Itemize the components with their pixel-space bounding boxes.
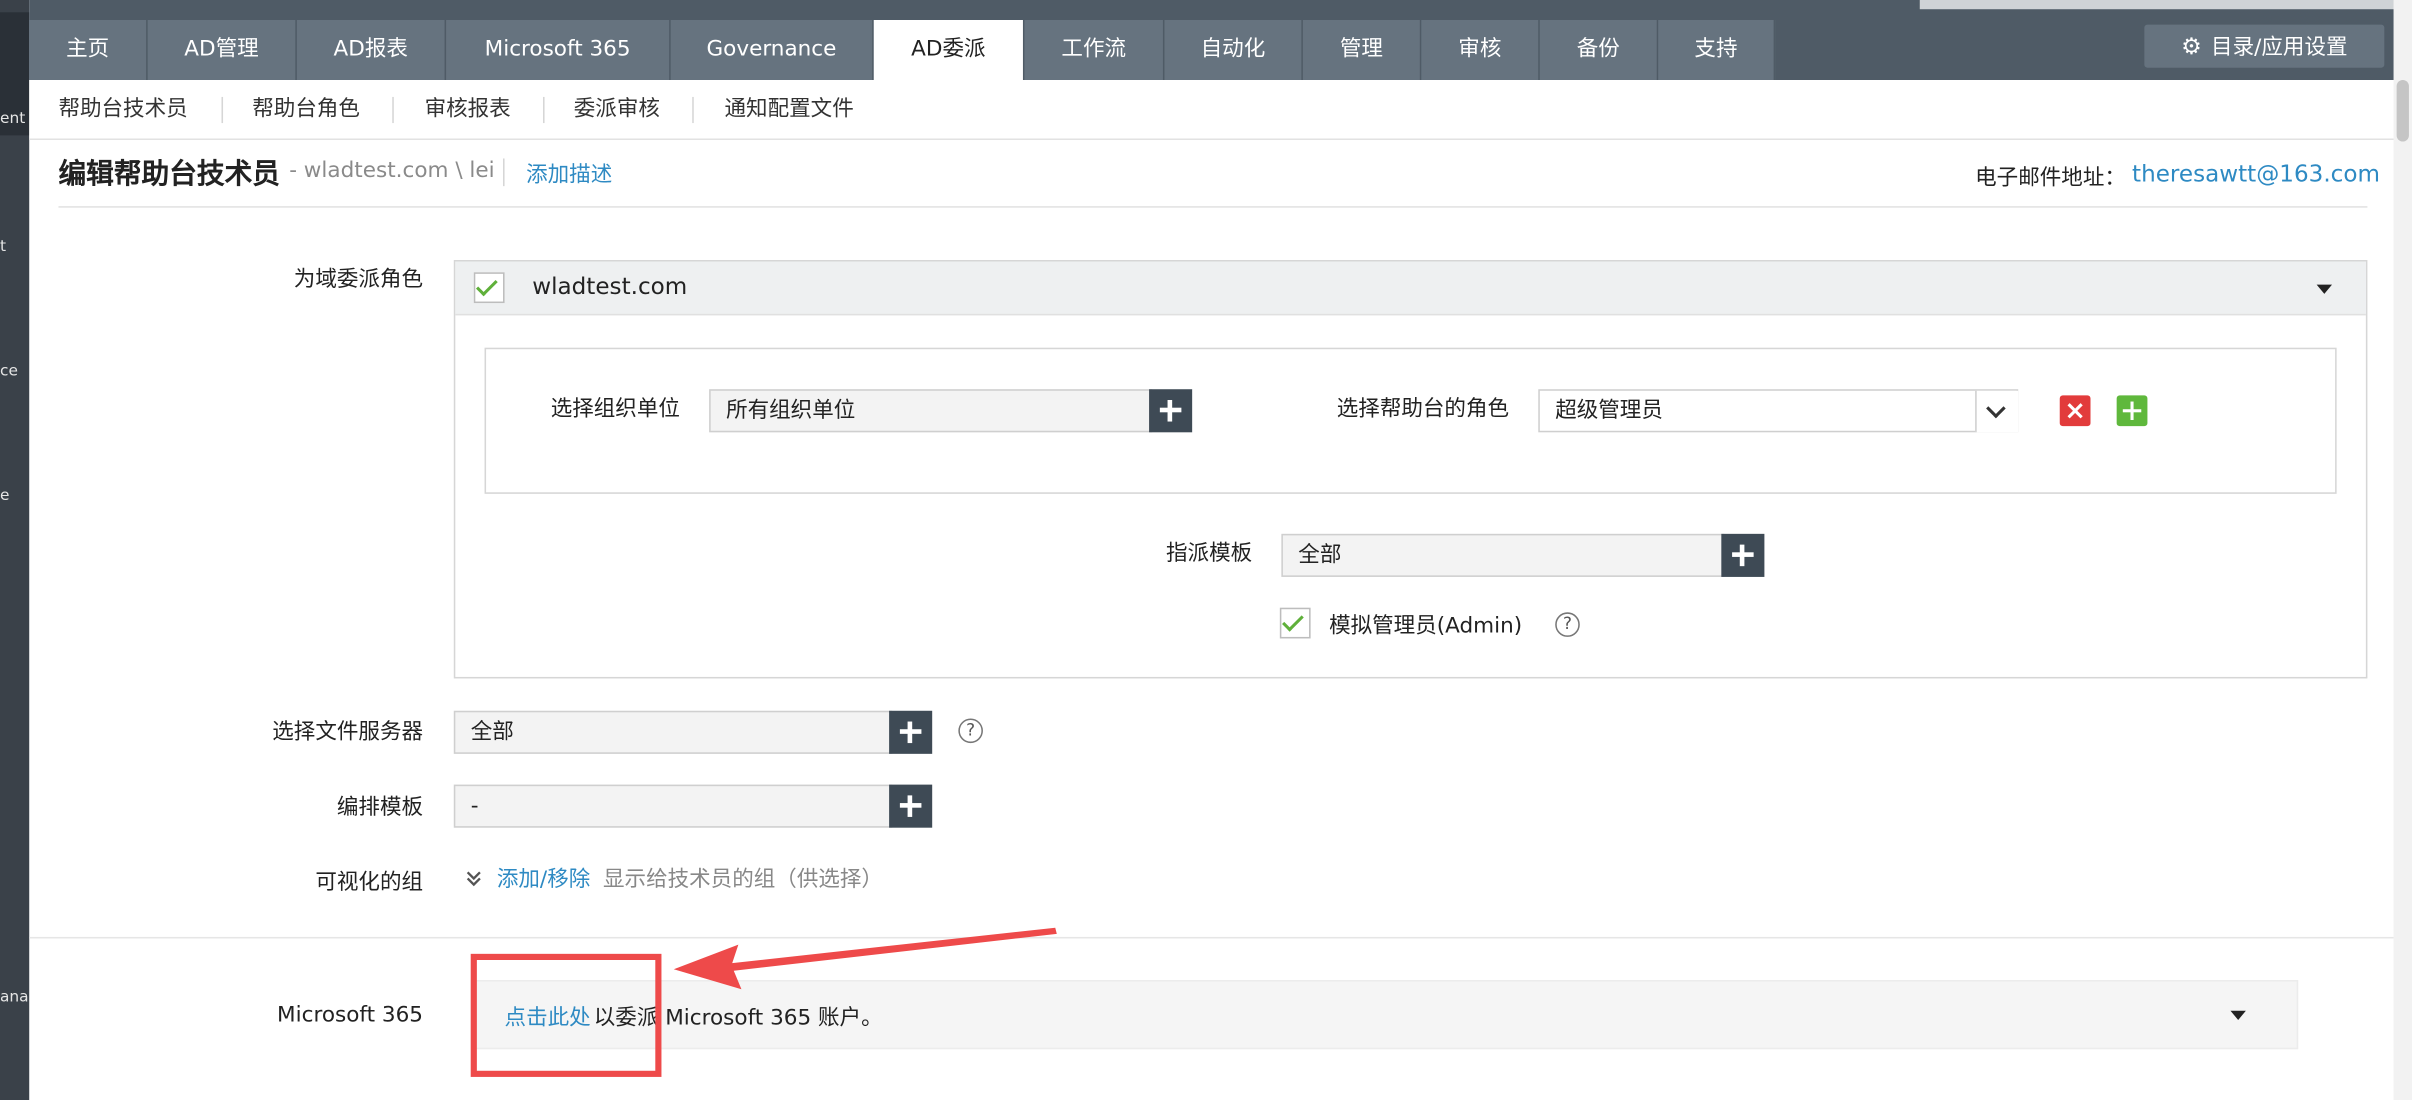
- tab-workflow[interactable]: 工作流: [1024, 19, 1165, 80]
- domain-name: wladtest.com: [532, 272, 688, 300]
- file-server-field[interactable]: 全部: [453, 710, 893, 754]
- tab-microsoft-365[interactable]: Microsoft 365: [446, 19, 671, 80]
- add-role-icon[interactable]: [2116, 395, 2148, 427]
- tab-backup[interactable]: 备份: [1539, 19, 1659, 80]
- chevron-down-icon[interactable]: [1975, 390, 2019, 433]
- subnav-notification-profiles[interactable]: 通知配置文件: [725, 80, 854, 138]
- help-icon[interactable]: ?: [1555, 612, 1580, 637]
- directory-settings-label: 目录/应用设置: [2211, 35, 2348, 60]
- sidebar-fragment[interactable]: ce: [0, 363, 18, 380]
- ms365-label: Microsoft 365: [277, 1003, 424, 1028]
- file-server-add-button[interactable]: [889, 710, 933, 754]
- tab-support[interactable]: 支持: [1658, 19, 1776, 80]
- tab-governance[interactable]: Governance: [670, 19, 874, 80]
- add-remove-groups-link[interactable]: 添加/移除: [497, 863, 590, 894]
- domain-role-label: 为域委派角色: [293, 267, 424, 293]
- annotation-arrow-icon: [673, 927, 1057, 990]
- role-label: 选择帮助台的角色: [1336, 396, 1510, 422]
- subnav-divider: [221, 96, 224, 124]
- check-icon: [475, 274, 498, 297]
- header-divider-line: [58, 206, 2368, 208]
- file-server-label: 选择文件服务器: [272, 719, 424, 745]
- tab-ad-delegation[interactable]: AD委派: [873, 19, 1025, 80]
- email-label: 电子邮件地址：: [1975, 166, 2126, 191]
- sidebar-fragment[interactable]: ent: [0, 111, 25, 128]
- sidebar-fragment[interactable]: t: [0, 238, 6, 255]
- tab-automation[interactable]: 自动化: [1164, 19, 1303, 80]
- impersonate-label: 模拟管理员(Admin): [1329, 613, 1523, 639]
- gear-icon: ⚙: [2181, 32, 2202, 60]
- tab-admin[interactable]: 管理: [1302, 19, 1422, 80]
- subnav-helpdesk-technicians[interactable]: 帮助台技术员: [58, 80, 187, 138]
- remove-role-icon[interactable]: [2059, 395, 2091, 427]
- ou-select-field[interactable]: 所有组织单位: [709, 389, 1153, 433]
- domain-header[interactable]: wladtest.com: [455, 261, 2366, 316]
- schedule-template-label: 编排模板: [336, 795, 424, 820]
- tab-home[interactable]: 主页: [29, 19, 148, 80]
- scrollbar-thumb[interactable]: [2396, 79, 2409, 142]
- schedule-template-add-button[interactable]: [889, 784, 933, 828]
- subnav-divider: [543, 96, 545, 124]
- role-selected-value: 超级管理员: [1555, 398, 1663, 424]
- expand-caret-icon[interactable]: [2230, 1010, 2246, 1020]
- visible-groups-label: 可视化的组: [315, 870, 424, 896]
- top-navigation: 主页 AD管理 AD报表 Microsoft 365 Governance AD…: [29, 0, 2412, 80]
- role-select[interactable]: 超级管理员: [1538, 389, 2019, 433]
- directory-settings-button[interactable]: ⚙ 目录/应用设置: [2144, 24, 2385, 68]
- sidebar-fragment[interactable]: ana: [0, 989, 29, 1006]
- top-strip: [1919, 0, 2412, 10]
- help-icon[interactable]: ?: [958, 718, 983, 744]
- subnav-audit-reports[interactable]: 审核报表: [425, 80, 511, 138]
- page-title: 编辑帮助台技术员: [58, 158, 280, 191]
- sidebar-fragment[interactable]: e: [0, 488, 9, 505]
- email-value-link[interactable]: theresawtt@163.com: [2132, 160, 2380, 188]
- assign-template-field[interactable]: 全部: [1281, 533, 1725, 577]
- tab-ad-reports[interactable]: AD报表: [296, 19, 447, 80]
- domain-checkbox[interactable]: [473, 272, 505, 304]
- collapse-caret-icon[interactable]: [2316, 284, 2333, 294]
- ou-add-button[interactable]: [1149, 389, 1193, 433]
- impersonate-checkbox[interactable]: [1279, 607, 1311, 639]
- visible-groups-hint: 显示给技术员的组（供选择）: [603, 867, 883, 893]
- template-add-button[interactable]: [1721, 533, 1765, 577]
- header-divider: [503, 158, 505, 187]
- sub-navigation: 帮助台技术员 帮助台角色 审核报表 委派审核 通知配置文件: [29, 79, 2412, 140]
- double-chevron-down-icon[interactable]: [465, 869, 483, 887]
- schedule-template-field[interactable]: -: [453, 784, 893, 828]
- section-divider: [29, 936, 2394, 939]
- left-sidebar: ent t ce e ana: [0, 0, 30, 1100]
- subnav-helpdesk-roles[interactable]: 帮助台角色: [252, 80, 360, 138]
- subnav-delegation-audit[interactable]: 委派审核: [574, 80, 660, 138]
- annotation-highlight-box: [470, 953, 662, 1077]
- subnav-divider: [392, 96, 394, 124]
- technician-account: - wladtest.com \ lei: [289, 158, 495, 184]
- check-icon: [1282, 609, 1304, 632]
- add-description-link[interactable]: 添加描述: [526, 158, 612, 189]
- assign-template-label: 指派模板: [1166, 541, 1253, 567]
- tab-audit[interactable]: 审核: [1421, 19, 1540, 80]
- vertical-scrollbar[interactable]: [2393, 0, 2412, 1100]
- tab-ad-management[interactable]: AD管理: [147, 19, 297, 80]
- subnav-divider: [692, 96, 694, 124]
- ou-label: 选择组织单位: [550, 396, 680, 422]
